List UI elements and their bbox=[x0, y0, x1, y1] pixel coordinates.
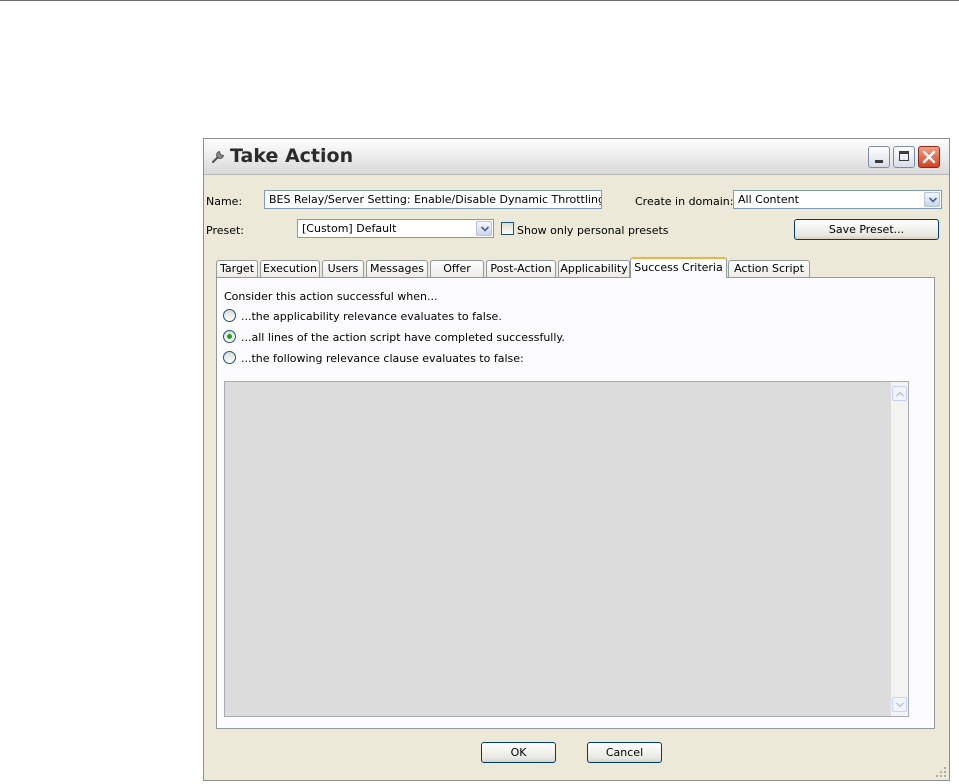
vertical-scrollbar[interactable] bbox=[891, 382, 908, 716]
tab-execution[interactable]: Execution bbox=[260, 260, 320, 277]
tab-action-script[interactable]: Action Script bbox=[728, 260, 810, 277]
domain-label: Create in domain: bbox=[635, 195, 734, 208]
cancel-button[interactable]: Cancel bbox=[587, 742, 662, 763]
domain-select-value: All Content bbox=[738, 193, 799, 206]
scroll-up-button[interactable] bbox=[892, 386, 907, 401]
personal-presets-label: Show only personal presets bbox=[517, 224, 669, 237]
radio-applicability-false[interactable] bbox=[223, 309, 236, 322]
tab-offer[interactable]: Offer bbox=[430, 260, 484, 277]
personal-presets-checkbox[interactable] bbox=[501, 222, 514, 235]
name-label: Name: bbox=[206, 195, 243, 208]
name-input[interactable]: BES Relay/Server Setting: Enable/Disable… bbox=[264, 190, 602, 209]
relevance-clause-textarea[interactable] bbox=[224, 381, 909, 717]
tab-applicability[interactable]: Applicability bbox=[558, 260, 630, 277]
tab-users[interactable]: Users bbox=[322, 260, 364, 277]
tab-post-action[interactable]: Post-Action bbox=[486, 260, 556, 277]
resize-grip-icon[interactable] bbox=[936, 767, 946, 777]
close-button[interactable] bbox=[918, 146, 940, 168]
scroll-down-arrow-icon bbox=[896, 702, 904, 708]
window-title: Take Action bbox=[230, 145, 354, 167]
radio-relevance-clause[interactable] bbox=[223, 351, 236, 364]
close-icon bbox=[922, 150, 936, 164]
domain-select[interactable]: All Content bbox=[733, 190, 942, 209]
scroll-down-button[interactable] bbox=[892, 697, 907, 712]
page-top-rule bbox=[0, 0, 959, 1]
scroll-up-arrow-icon bbox=[896, 391, 904, 397]
wrench-icon bbox=[211, 151, 224, 164]
domain-dropdown-button[interactable] bbox=[924, 192, 940, 207]
success-intro-text: Consider this action successful when... bbox=[224, 290, 438, 303]
radio-applicability-false-label[interactable]: ...the applicability relevance evaluates… bbox=[241, 310, 502, 323]
title-bar[interactable]: Take Action bbox=[204, 139, 949, 175]
radio-all-lines-completed-label[interactable]: ...all lines of the action script have c… bbox=[241, 331, 565, 344]
radio-relevance-clause-label[interactable]: ...the following relevance clause evalua… bbox=[241, 352, 524, 365]
preset-label: Preset: bbox=[206, 224, 245, 237]
radio-all-lines-completed[interactable] bbox=[223, 330, 236, 343]
ok-button[interactable]: OK bbox=[481, 742, 556, 763]
preset-select[interactable]: [Custom] Default bbox=[297, 219, 494, 238]
chevron-down-icon bbox=[929, 197, 937, 203]
preset-select-value: [Custom] Default bbox=[302, 222, 397, 235]
preset-dropdown-button[interactable] bbox=[476, 221, 492, 236]
tab-messages[interactable]: Messages bbox=[366, 260, 428, 277]
tab-success-criteria[interactable]: Success Criteria bbox=[630, 257, 727, 278]
take-action-dialog: Take Action Name: BES Relay/Server Setti… bbox=[203, 138, 950, 781]
maximize-button[interactable] bbox=[893, 146, 915, 168]
chevron-down-icon bbox=[481, 226, 489, 232]
tab-target[interactable]: Target bbox=[216, 260, 258, 277]
minimize-button[interactable] bbox=[868, 146, 890, 168]
save-preset-button[interactable]: Save Preset... bbox=[794, 219, 939, 240]
